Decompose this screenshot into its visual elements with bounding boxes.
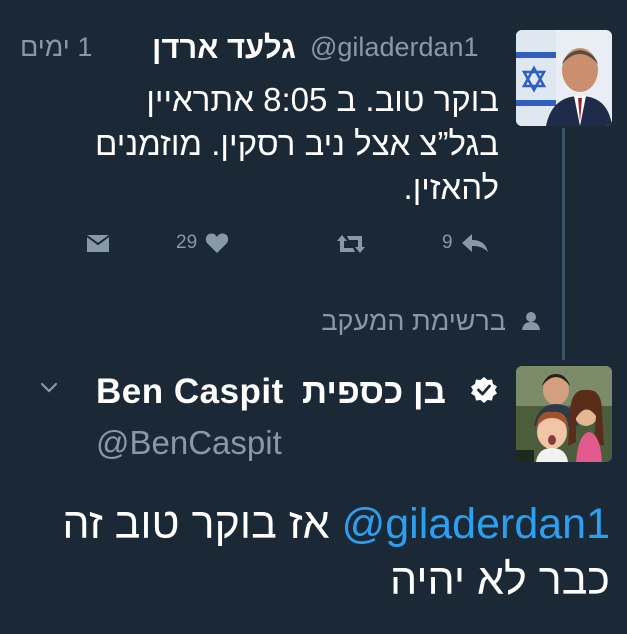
avatar-photo: [516, 366, 612, 462]
chevron-down-icon[interactable]: [40, 382, 58, 394]
reply-button[interactable]: 9: [442, 232, 489, 254]
verified-badge-icon: [471, 377, 497, 403]
retweet-button[interactable]: [336, 234, 366, 254]
retweet-icon: [337, 235, 365, 253]
tweet-timestamp: 1 ימים: [20, 32, 93, 62]
reply-header: Ben Caspit בן כספית: [36, 372, 506, 412]
tweet-handle[interactable]: @giladerdan1: [310, 32, 479, 63]
reply-icon: [461, 234, 488, 252]
tweet-header: 1 ימים @giladerdan1 גלעד ארדן: [20, 30, 496, 68]
tweet-text-line: להאזין.: [403, 169, 499, 206]
tweet-actions: 29 9: [86, 230, 506, 262]
tweet-author-name[interactable]: גלעד ארדן: [152, 30, 296, 66]
reply-handle[interactable]: @BenCaspit: [96, 424, 282, 462]
person-icon: [522, 312, 540, 330]
reply-text-line: כבר לא יהיה: [389, 556, 610, 604]
envelope-icon: [86, 235, 110, 252]
reply-author-name-hebrew[interactable]: בן כספית: [302, 372, 446, 412]
like-button[interactable]: 29: [176, 232, 229, 254]
followed-context-label: ברשימת המעקב: [321, 306, 506, 336]
reply-text-part: אז בוקר טוב זה: [62, 500, 330, 548]
thread-connector-line: [562, 128, 565, 360]
author-avatar[interactable]: [516, 30, 612, 126]
avatar-photo: [516, 30, 612, 126]
tweet-text-line: בוקר טוב. ב 8:05 אתראיין: [146, 81, 499, 118]
reply-count: 9: [442, 232, 453, 253]
reply-author-avatar[interactable]: [516, 366, 612, 462]
reply-author-name-english[interactable]: Ben Caspit: [96, 372, 284, 412]
reply-text: אז בוקר טוב זה @giladerdan1 כבר לא יהיה: [20, 496, 610, 608]
heart-icon: [205, 233, 229, 253]
followed-context: ברשימת המעקב: [280, 306, 542, 340]
reply-text-line: אז בוקר טוב זה @giladerdan1: [20, 496, 610, 552]
like-count: 29: [176, 232, 198, 253]
mention-link[interactable]: @giladerdan1: [342, 500, 610, 548]
dm-button[interactable]: [86, 234, 110, 254]
tweet-text-line: בגל”צ אצל ניב רסקין. מוזמנים: [95, 125, 499, 162]
tweet-text: בוקר טוב. ב 8:05 אתראיין בגל”צ אצל ניב ר…: [39, 78, 499, 210]
